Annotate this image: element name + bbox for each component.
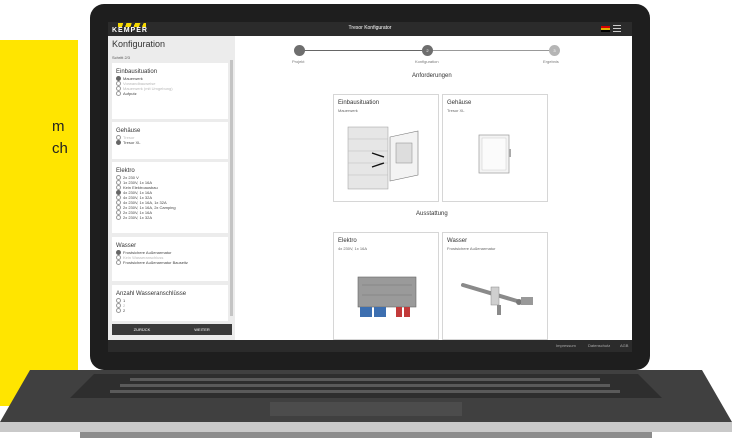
footer-link-agb[interactable]: AGB: [620, 343, 628, 348]
next-button[interactable]: WEITER: [172, 324, 232, 335]
card-anzahl-wasseranschluesse: Anzahl Wasseranschlüsse 122: [112, 285, 228, 321]
app-title: Tresor Konfigurator: [348, 25, 392, 31]
main-content: 2 3 Projekt Konfiguration Ergebnis Anfor…: [235, 36, 632, 340]
wall-installation-icon: [347, 126, 419, 190]
promo-text: m ch: [52, 116, 68, 160]
hamburger-menu-icon[interactable]: [613, 25, 621, 32]
tile-title: Gehäuse: [447, 100, 472, 106]
card-title: Wasser: [116, 243, 137, 249]
sidebar-title: Konfiguration: [112, 39, 166, 49]
footer-link-impressum[interactable]: Impressum: [556, 343, 576, 348]
tile-subtitle: Tresor XL: [447, 108, 465, 113]
electrical-unit-icon: [357, 276, 417, 317]
tile-title: Elektro: [338, 238, 357, 244]
radio-option[interactable]: Tresor XL: [116, 140, 141, 146]
tile-subtitle: 4x 230V, 1x 16A: [338, 246, 367, 251]
step-2-number: 2: [426, 48, 429, 53]
sidebar-scrollbar[interactable]: [230, 60, 233, 316]
tile-gehaeuse[interactable]: Gehäuse Tresor XL: [442, 94, 548, 202]
equipment-title: Ausstattung: [416, 211, 448, 217]
tile-elektro[interactable]: Elektro 4x 230V, 1x 16A: [333, 232, 439, 340]
footer-link-datenschutz[interactable]: Datenschutz: [588, 343, 610, 348]
radio-option-label: Tresor XL: [123, 140, 141, 145]
card-title: Elektro: [116, 168, 135, 174]
step-3-number: 3: [553, 48, 556, 53]
laptop-base-keyboard: [0, 370, 732, 438]
step-progress-line-2: [427, 50, 549, 51]
radio-option-label: Aufputz: [123, 91, 137, 96]
step-progress-line-1: [299, 50, 422, 51]
tile-subtitle: Frostsichere Außenarmatur: [447, 246, 496, 251]
radio-unselected-icon[interactable]: [116, 260, 121, 266]
radio-option[interactable]: Frostsichere Außenarmatur Bauseitz: [116, 260, 188, 266]
card-title: Gehäuse: [116, 128, 141, 134]
configuration-sidebar: Konfiguration Schritt 2/3 Einbausituatio…: [108, 36, 235, 340]
radio-selected-icon[interactable]: [116, 140, 121, 146]
step-label-konfiguration[interactable]: Konfiguration: [415, 59, 439, 64]
radio-option-label: Frostsichere Außenarmatur Bauseitz: [123, 260, 188, 265]
card-elektro: Elektro 2x 230 V 1x 230V, 1x 16A Kein Elek…: [112, 162, 228, 233]
promo-text-line-2: ch: [52, 140, 68, 157]
step-label-ergebnis[interactable]: Ergebnis: [543, 59, 559, 64]
tile-einbausituation[interactable]: Einbausituation Mauerwerk: [333, 94, 439, 202]
promo-text-line-1: m: [52, 118, 65, 135]
radio-unselected-icon[interactable]: [116, 215, 121, 221]
app-footer: Impressum Datenschutz AGB: [108, 340, 632, 352]
german-flag-icon[interactable]: [601, 26, 610, 32]
step-label-projekt[interactable]: Projekt: [292, 59, 304, 64]
radio-option-label: 2x 230V, 1x 32A: [123, 215, 152, 220]
radio-unselected-icon[interactable]: [116, 308, 121, 314]
radio-option[interactable]: 2: [116, 308, 126, 314]
tile-wasser[interactable]: Wasser Frostsichere Außenarmatur: [442, 232, 548, 340]
card-title: Anzahl Wasseranschlüsse: [116, 291, 187, 297]
app-topbar: KEMPER Tresor Konfigurator: [108, 22, 632, 36]
tresor-xl-icon: [478, 134, 511, 174]
tile-subtitle: Mauerwerk: [338, 108, 358, 113]
card-gehaeuse: Gehäuse Tresor Tresor XL: [112, 122, 228, 159]
tile-title: Einbausituation: [338, 100, 380, 106]
laptop-screen: KEMPER Tresor Konfigurator Konfiguration…: [108, 22, 632, 352]
step-3-circle[interactable]: 3: [549, 45, 560, 56]
card-title: Einbausituation: [116, 69, 158, 75]
promo-yellow-panel: [0, 40, 78, 406]
card-einbausituation: Einbausituation Mauerwerk Vorwandbauweise…: [112, 63, 228, 119]
radio-option[interactable]: 2x 230V, 1x 32A: [116, 215, 152, 221]
step-1-circle[interactable]: [294, 45, 305, 56]
tile-title: Wasser: [447, 238, 468, 244]
sidebar-step-indicator: Schritt 2/3: [112, 55, 131, 60]
radio-option-label: 2: [123, 308, 126, 313]
requirements-title: Anforderungen: [412, 73, 452, 79]
frost-proof-tap-icon: [461, 283, 533, 315]
card-wasser: Wasser Frostsichere Außenarmatur Kein Was…: [112, 237, 228, 281]
radio-unselected-icon[interactable]: [116, 91, 121, 97]
back-button[interactable]: ZURÜCK: [112, 324, 172, 335]
step-2-circle[interactable]: 2: [422, 45, 433, 56]
radio-option[interactable]: Aufputz: [116, 91, 137, 97]
